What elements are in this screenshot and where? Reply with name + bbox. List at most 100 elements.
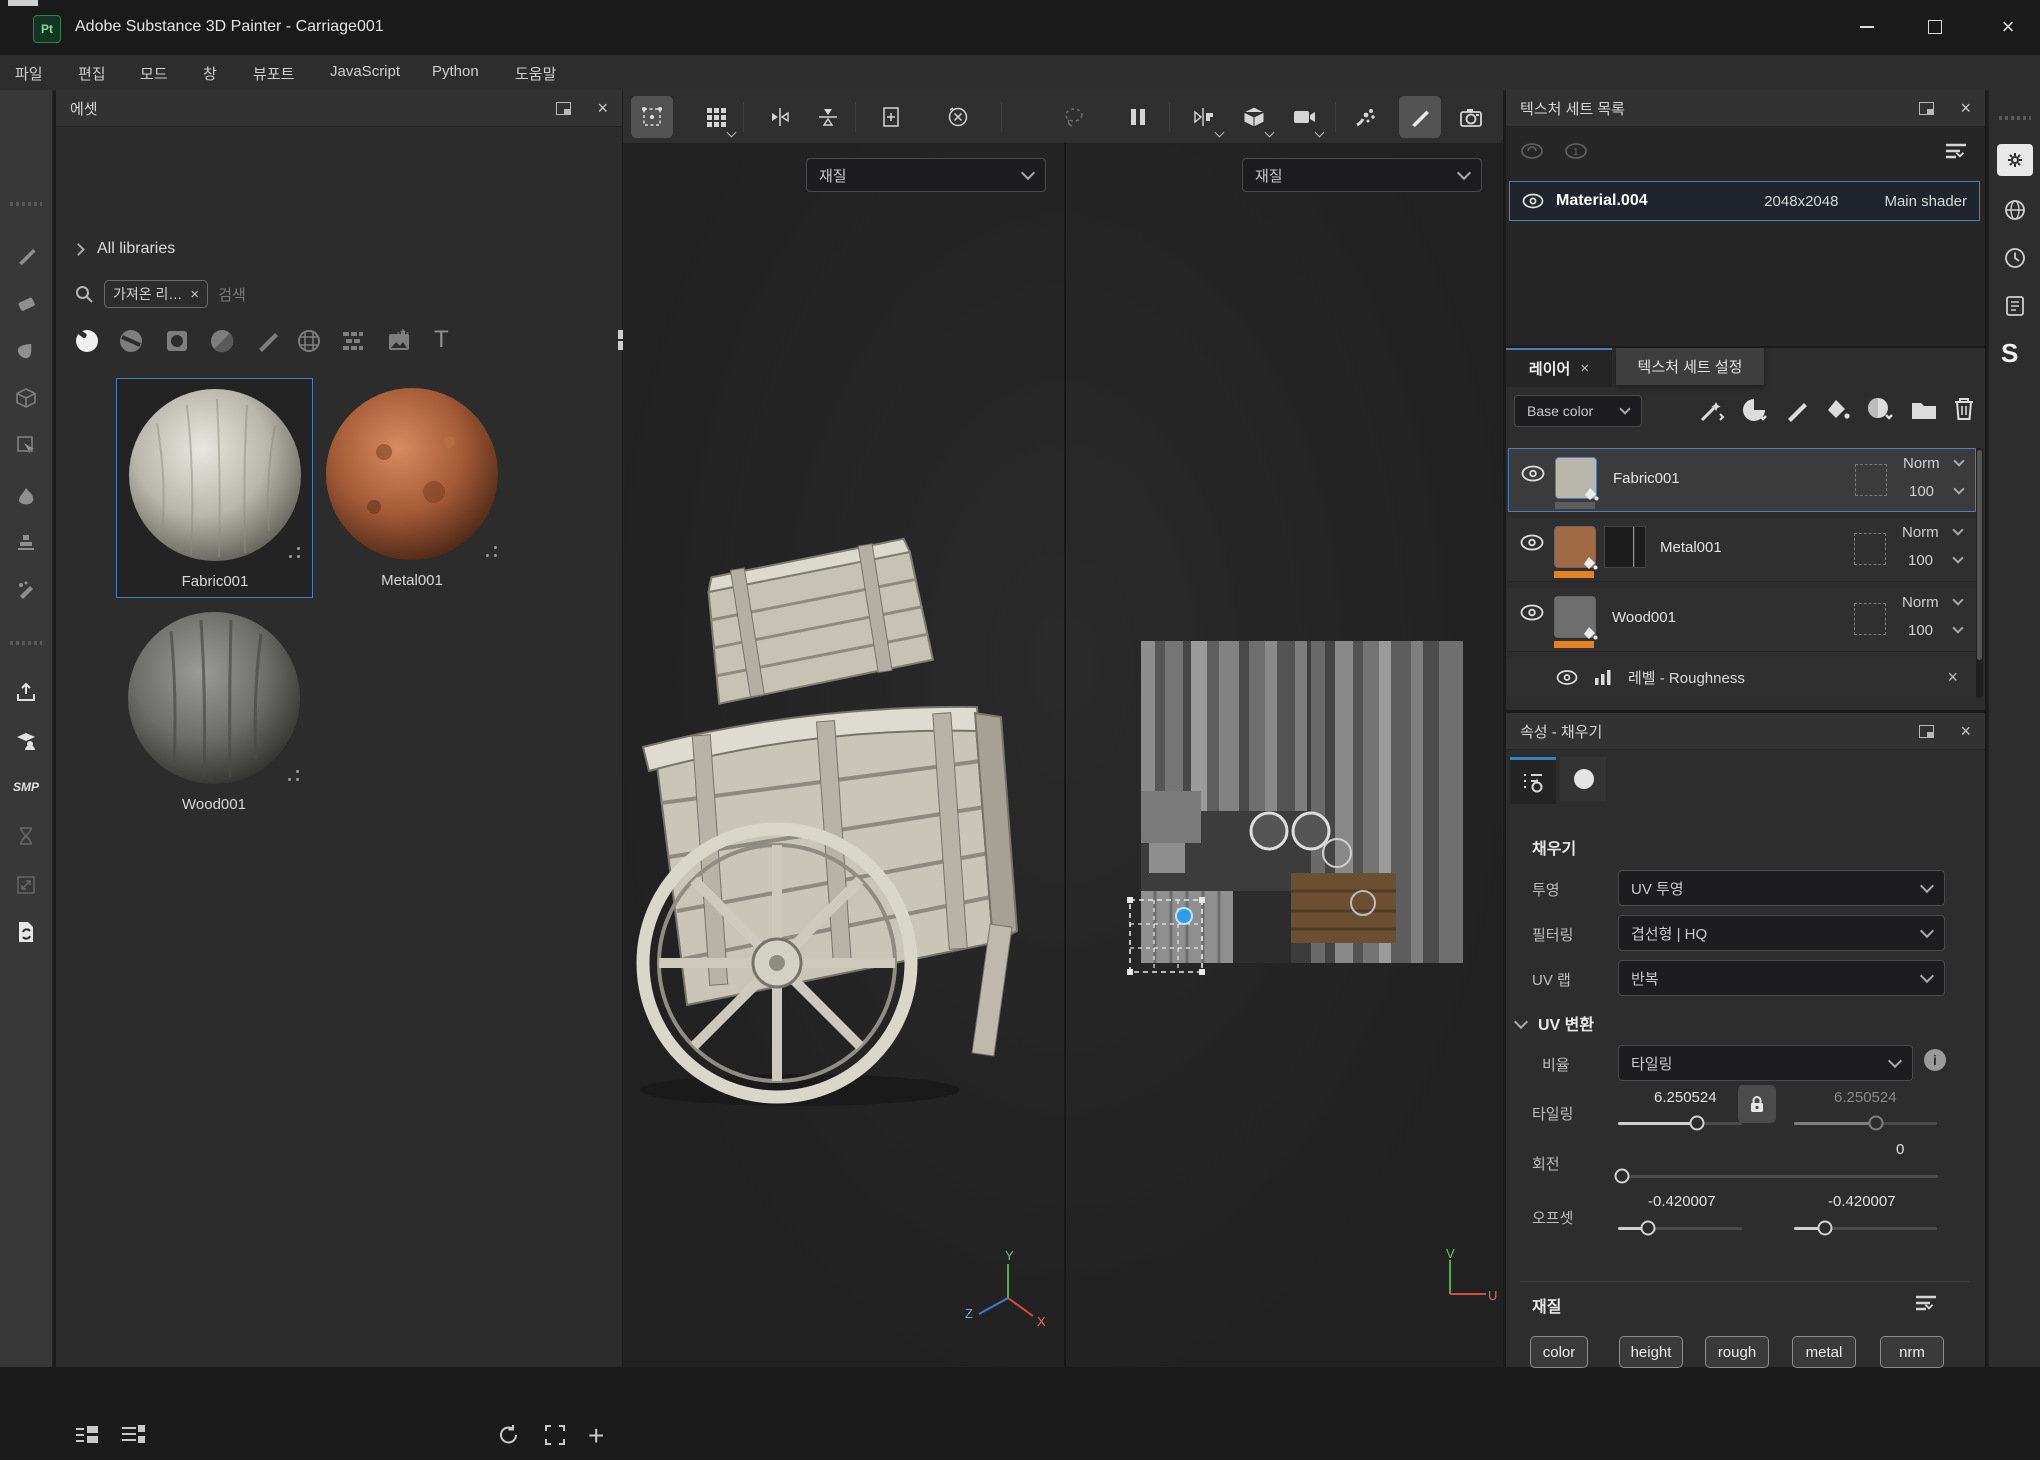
mask-placeholder[interactable]	[1855, 464, 1887, 496]
mirror-y-button[interactable]	[807, 96, 849, 138]
texture-set-settings-tab[interactable]: 텍스처 세트 설정	[1616, 348, 1764, 385]
render-mode-button[interactable]	[1451, 96, 1493, 138]
add-fill-layer-button[interactable]	[1824, 397, 1852, 423]
2d-view-mode-dropdown[interactable]: 재질	[1242, 158, 1482, 192]
layer-row-metal001[interactable]: Metal001 Norm 100	[1508, 518, 1976, 582]
camera-view-button[interactable]	[1283, 96, 1325, 138]
opacity-select[interactable]: 100	[1908, 622, 1933, 639]
uv-wrap-dropdown[interactable]: 반복	[1618, 960, 1945, 996]
undock-icon[interactable]	[1919, 725, 1934, 738]
menu-python[interactable]: Python	[432, 63, 479, 80]
offset-y-value[interactable]: -0.420007	[1828, 1193, 1896, 1210]
menu-help[interactable]: 도움말	[515, 63, 556, 84]
assets-panel-header[interactable]: 에셋 ×	[56, 90, 622, 127]
send-to-button[interactable]	[5, 720, 47, 762]
menu-edit[interactable]: 편집	[78, 63, 106, 84]
close-icon[interactable]: ×	[597, 99, 608, 117]
channel-button-rough[interactable]: rough	[1705, 1336, 1769, 1368]
eye-link-icon[interactable]	[1520, 142, 1544, 160]
asset-options-dots[interactable]	[288, 770, 302, 784]
library-selector[interactable]: All libraries	[74, 240, 175, 258]
3d-model-carriage[interactable]	[625, 535, 1065, 1125]
3d-view-button[interactable]	[1233, 96, 1275, 138]
filter-patterns[interactable]	[340, 328, 366, 354]
add-smart-material-button[interactable]	[1740, 396, 1770, 424]
pause-engine-button[interactable]	[1117, 96, 1159, 138]
uv-transform-gizmo[interactable]	[1122, 888, 1214, 984]
resize-button[interactable]	[5, 864, 47, 906]
add-paint-layer-button[interactable]	[1784, 397, 1810, 423]
tiling-x-knob[interactable]	[1690, 1116, 1705, 1131]
eye-icon[interactable]	[1556, 670, 1578, 685]
menu-mode[interactable]: 모드	[140, 63, 168, 84]
filtering-dropdown[interactable]: 겹선형 | HQ	[1618, 915, 1945, 951]
rotation-value[interactable]: 0	[1896, 1141, 1904, 1158]
offset-x-value[interactable]: -0.420007	[1648, 1193, 1716, 1210]
offset-x-knob[interactable]	[1641, 1221, 1656, 1236]
close-icon[interactable]: ×	[1960, 99, 1971, 117]
close-button[interactable]: ×	[1988, 12, 2028, 42]
effect-row-levels-roughness[interactable]: 레벨 - Roughness ×	[1508, 658, 1976, 696]
properties-tab-parameters[interactable]	[1510, 757, 1556, 804]
add-group-mask-button[interactable]	[1866, 396, 1896, 424]
maximize-button[interactable]	[1916, 12, 1954, 42]
list-view-button[interactable]	[74, 1424, 100, 1446]
eye-icon[interactable]	[1522, 193, 1544, 209]
geometry-mask-tool-button[interactable]	[5, 377, 47, 419]
eraser-tool-button[interactable]	[5, 282, 47, 324]
mask-placeholder[interactable]	[1854, 603, 1886, 635]
texture-set-panel-header[interactable]: 텍스처 세트 목록 ×	[1506, 90, 1985, 127]
channel-button-height[interactable]: height	[1619, 1336, 1683, 1368]
split-view-button[interactable]	[1183, 96, 1225, 138]
uv-transform-header[interactable]: UV 변환	[1516, 1011, 1594, 1035]
display-settings-dock-button[interactable]	[1997, 144, 2033, 176]
history-button[interactable]	[5, 815, 47, 857]
filter-textures[interactable]	[386, 328, 412, 354]
viewport-area[interactable]: 재질 재질	[623, 90, 1503, 1367]
blend-mode-select[interactable]: Norm	[1902, 594, 1939, 611]
refresh-assets-button[interactable]	[496, 1422, 522, 1448]
info-icon[interactable]: i	[1924, 1049, 1946, 1071]
blend-mode-select[interactable]: Norm	[1902, 524, 1939, 541]
filter-smart-materials[interactable]	[118, 328, 144, 354]
filter-fonts[interactable]: T	[434, 326, 449, 354]
search-placeholder[interactable]: 검색	[218, 284, 246, 305]
eye-icon[interactable]	[1520, 604, 1544, 621]
close-icon[interactable]: ×	[1960, 722, 1971, 740]
reload-textures-button[interactable]	[5, 911, 47, 953]
shader-settings-dock-button[interactable]	[1997, 194, 2033, 226]
particles-tool-button[interactable]	[5, 569, 47, 611]
tiling-y-knob[interactable]	[1869, 1116, 1884, 1131]
clone-tool-button[interactable]	[5, 521, 47, 563]
lazy-mouse-button[interactable]	[1053, 96, 1095, 138]
projection-tool-button[interactable]	[5, 329, 47, 371]
history-dock-button[interactable]	[1997, 242, 2033, 274]
layers-scrollbar[interactable]	[1976, 448, 1983, 698]
layer-row-fabric001[interactable]: Fabric001 Norm 100	[1508, 448, 1976, 512]
channel-button-metal[interactable]: metal	[1792, 1336, 1856, 1368]
rotation-knob[interactable]	[1615, 1169, 1630, 1184]
tiling-mode-button[interactable]	[695, 96, 737, 138]
rotation-snap-button[interactable]	[937, 96, 979, 138]
eye-icon[interactable]	[1520, 534, 1544, 551]
snap-frame-button[interactable]	[871, 96, 913, 138]
menu-window[interactable]: 창	[203, 63, 217, 84]
smp-logo[interactable]: SMP	[5, 766, 47, 808]
channel-button-nrm[interactable]: nrm	[1880, 1336, 1944, 1368]
properties-panel-header[interactable]: 속성 - 채우기 ×	[1506, 713, 1985, 750]
projection-dropdown[interactable]: UV 투영	[1618, 870, 1945, 906]
filter-filters[interactable]	[209, 328, 235, 354]
filter-alphas[interactable]	[164, 328, 190, 354]
particles-button[interactable]	[1345, 96, 1387, 138]
offset-y-knob[interactable]	[1818, 1221, 1833, 1236]
tag-remove-icon[interactable]: ×	[190, 287, 199, 302]
tiling-y-value[interactable]: 6.250524	[1834, 1089, 1897, 1106]
undock-icon[interactable]	[1919, 102, 1934, 115]
layers-tab[interactable]: 레이어 ×	[1506, 348, 1612, 387]
mirror-x-button[interactable]	[759, 96, 801, 138]
delete-layer-button[interactable]	[1952, 396, 1976, 422]
channel-button-color[interactable]: color	[1530, 1336, 1588, 1368]
asset-options-dots[interactable]	[289, 547, 303, 561]
export-button[interactable]	[5, 672, 47, 714]
menu-file[interactable]: 파일	[15, 63, 43, 84]
